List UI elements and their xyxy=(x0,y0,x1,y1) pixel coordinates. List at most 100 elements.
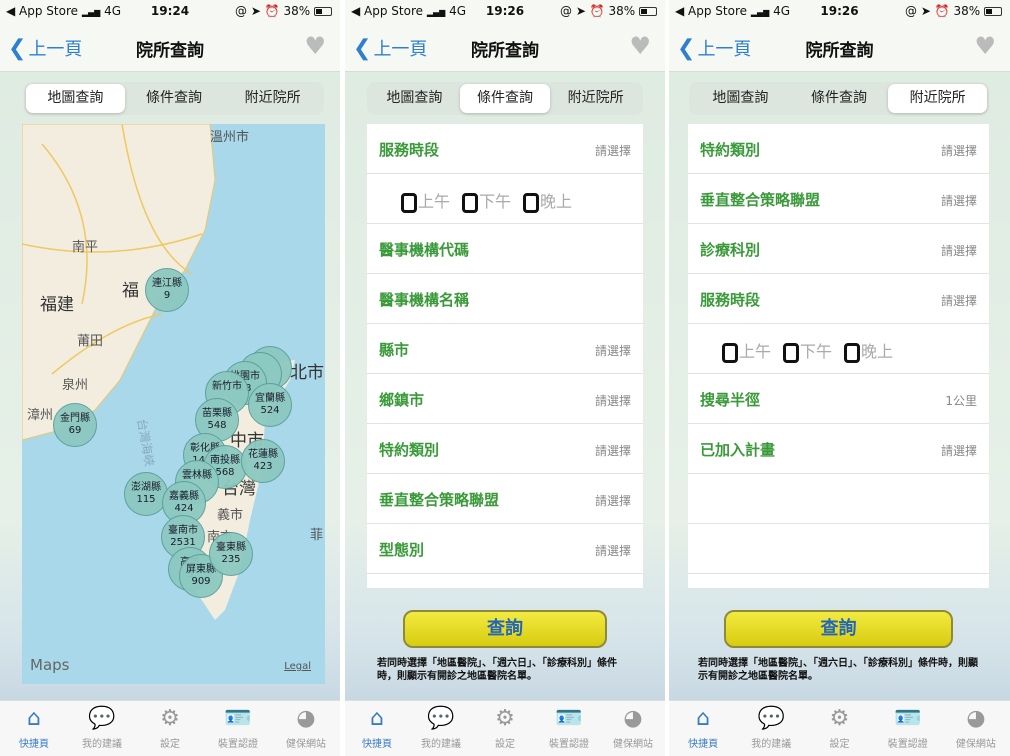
form-row[interactable]: 服務時段 請選擇 xyxy=(367,124,643,174)
field-label: 垂直整合策略聯盟 xyxy=(379,491,500,509)
status-icons: @ ➤ ⏰ xyxy=(560,4,605,18)
tab-chat-bubble[interactable]: 💬 我的建議 xyxy=(68,701,136,756)
query-button[interactable]: 查詢 xyxy=(724,610,953,648)
form-row[interactable]: 垂直整合策略聯盟 請選擇 xyxy=(367,474,643,524)
tab-gear[interactable]: ⚙ 設定 xyxy=(473,701,537,756)
checkbox-evening[interactable]: 晚上 xyxy=(844,338,893,363)
nav-bar: ❮ 上一頁 院所查詢 ♥ xyxy=(345,24,665,72)
tab-home[interactable]: ⌂ 快捷頁 xyxy=(345,701,409,756)
tab-id-card[interactable]: 🪪 裝置認證 xyxy=(204,701,272,756)
tab-chat-bubble[interactable]: 💬 我的建議 xyxy=(737,701,805,756)
segment-nearby[interactable]: 附近院所 xyxy=(550,84,641,113)
segment-nearby[interactable]: 附近院所 xyxy=(888,84,988,113)
checkbox-morning[interactable]: 上午 xyxy=(722,338,771,363)
field-value[interactable]: 請選擇 xyxy=(941,292,977,309)
tab-gear[interactable]: ⚙ 設定 xyxy=(136,701,204,756)
nav-bar: ❮ 上一頁 院所查詢 ♥ xyxy=(0,24,340,72)
field-value[interactable]: 請選擇 xyxy=(595,492,631,509)
cluster-marker[interactable]: 宜蘭縣 524 xyxy=(248,383,292,427)
cluster-marker[interactable]: 臺東縣 235 xyxy=(209,532,253,576)
field-value[interactable]: 請選擇 xyxy=(595,542,631,559)
tab-label: 健保網站 xyxy=(286,739,326,750)
tab-home[interactable]: ⌂ 快捷頁 xyxy=(0,701,68,756)
checkbox-label: 下午 xyxy=(479,192,512,211)
tab-globe[interactable]: ◕ 健保網站 xyxy=(942,701,1010,756)
checkbox-box xyxy=(401,192,417,213)
form-row[interactable]: 診療科別 請選擇 xyxy=(688,224,989,274)
field-label: 醫事機構代碼 xyxy=(379,241,470,259)
form-row[interactable] xyxy=(688,474,989,524)
checkbox-evening[interactable]: 晚上 xyxy=(523,188,572,213)
cluster-marker[interactable]: 金門縣 69 xyxy=(53,403,97,447)
time-slot-checkboxes: 上午 下午 晚上 xyxy=(688,324,989,374)
cluster-count: 69 xyxy=(68,425,82,436)
segment-nearby[interactable]: 附近院所 xyxy=(223,84,322,113)
form-row[interactable]: 縣市 請選擇 xyxy=(367,324,643,374)
form-row[interactable]: 服務時段 請選擇 xyxy=(688,274,989,324)
form-row[interactable]: 特約類別 請選擇 xyxy=(367,424,643,474)
tab-globe[interactable]: ◕ 健保網站 xyxy=(272,701,340,756)
segment-condition[interactable]: 條件查詢 xyxy=(790,84,889,113)
field-label: 服務時段 xyxy=(700,291,761,309)
field-value[interactable]: 請選擇 xyxy=(595,142,631,159)
tab-gear[interactable]: ⚙ 設定 xyxy=(805,701,873,756)
tab-globe[interactable]: ◕ 健保網站 xyxy=(601,701,665,756)
tab-label: 裝置認證 xyxy=(887,739,928,750)
battery-icon xyxy=(314,7,332,16)
heart-icon[interactable]: ♥ xyxy=(629,32,651,60)
map-label: 義市 xyxy=(217,508,244,523)
form-row[interactable] xyxy=(688,524,989,574)
checkbox-afternoon[interactable]: 下午 xyxy=(462,188,511,213)
tab-label: 裝置認證 xyxy=(549,739,589,750)
tab-id-card[interactable]: 🪪 裝置認證 xyxy=(874,701,942,756)
legal-link[interactable]: Legal xyxy=(284,661,311,672)
cluster-marker[interactable]: 澎湖縣 115 xyxy=(124,472,168,516)
field-value[interactable]: 請選擇 xyxy=(595,442,631,459)
query-button[interactable]: 查詢 xyxy=(403,610,607,648)
field-value[interactable]: 請選擇 xyxy=(941,242,977,259)
field-value[interactable]: 請選擇 xyxy=(941,442,977,459)
form-row[interactable]: 垂直整合策略聯盟 請選擇 xyxy=(688,174,989,224)
segment-map[interactable]: 地圖查詢 xyxy=(369,84,460,113)
globe-icon: ◕ xyxy=(296,706,316,731)
tab-id-card[interactable]: 🪪 裝置認證 xyxy=(537,701,601,756)
form-row[interactable]: 型態別 請選擇 xyxy=(367,524,643,574)
field-label: 鄉鎮市 xyxy=(379,391,425,409)
cluster-marker[interactable]: 花蓮縣 423 xyxy=(241,439,285,483)
condition-note: 若同時選擇「地區醫院」、「週六日」、「診療科別」條件時，則顯示有開診之地區醫院名… xyxy=(377,658,617,682)
form-row[interactable]: 醫事機構名稱 xyxy=(367,274,643,324)
form-row[interactable]: 鄉鎮市 請選擇 xyxy=(367,374,643,424)
segment-condition[interactable]: 條件查詢 xyxy=(459,84,551,113)
form-row[interactable]: 醫事機構代碼 xyxy=(367,224,643,274)
form-row[interactable]: 已加入計畫 請選擇 xyxy=(688,424,989,474)
segment-map[interactable]: 地圖查詢 xyxy=(691,84,790,113)
form-row[interactable]: 特約類別 請選擇 xyxy=(688,124,989,174)
checkbox-afternoon[interactable]: 下午 xyxy=(783,338,832,363)
field-value[interactable]: 請選擇 xyxy=(941,192,977,209)
condition-form: 服務時段 請選擇 上午 下午 晚上 醫事機構代碼 醫事機構名稱 縣市 請選擇 鄉鎮市 請選擇 特約類別… xyxy=(367,124,643,588)
cluster-count: 548 xyxy=(207,420,227,431)
tab-chat-bubble[interactable]: 💬 我的建議 xyxy=(409,701,473,756)
heart-icon[interactable]: ♥ xyxy=(974,32,996,60)
heart-icon[interactable]: ♥ xyxy=(304,32,326,60)
map-view[interactable]: 溫州市南平福建福莆田泉州漳州台灣海峽北市中市台灣義市南市菲連江縣9金門縣69澎湖… xyxy=(22,124,325,684)
home-icon: ⌂ xyxy=(370,706,384,731)
battery-icon xyxy=(984,7,1002,16)
field-value[interactable]: 請選擇 xyxy=(595,342,631,359)
tab-label: 設定 xyxy=(829,739,850,750)
tab-home[interactable]: ⌂ 快捷頁 xyxy=(669,701,737,756)
nearby-form: 特約類別 請選擇 垂直整合策略聯盟 請選擇 診療科別 請選擇 服務時段 請選擇 上午 下午 晚上 搜尋… xyxy=(688,124,989,588)
cluster-name: 金門縣 xyxy=(60,413,90,424)
form-row[interactable]: 搜尋半徑 1公里 xyxy=(688,374,989,424)
checkbox-morning[interactable]: 上午 xyxy=(401,188,450,213)
cluster-count: 909 xyxy=(191,576,211,587)
segment-map[interactable]: 地圖查詢 xyxy=(26,84,125,113)
field-value[interactable]: 請選擇 xyxy=(941,142,977,159)
field-value[interactable]: 請選擇 xyxy=(595,392,631,409)
cluster-marker[interactable]: 連江縣 9 xyxy=(145,268,189,312)
map-query-screen: ◀ App Store ▂▄▆ 4G 19:24 @ ➤ ⏰ 38% ❮ 上一頁 院所查… xyxy=(0,0,340,756)
field-value[interactable]: 1公里 xyxy=(945,392,977,409)
segment-condition[interactable]: 條件查詢 xyxy=(125,84,224,113)
checkbox-label: 上午 xyxy=(418,192,451,211)
id-card-icon: 🪪 xyxy=(894,706,922,731)
